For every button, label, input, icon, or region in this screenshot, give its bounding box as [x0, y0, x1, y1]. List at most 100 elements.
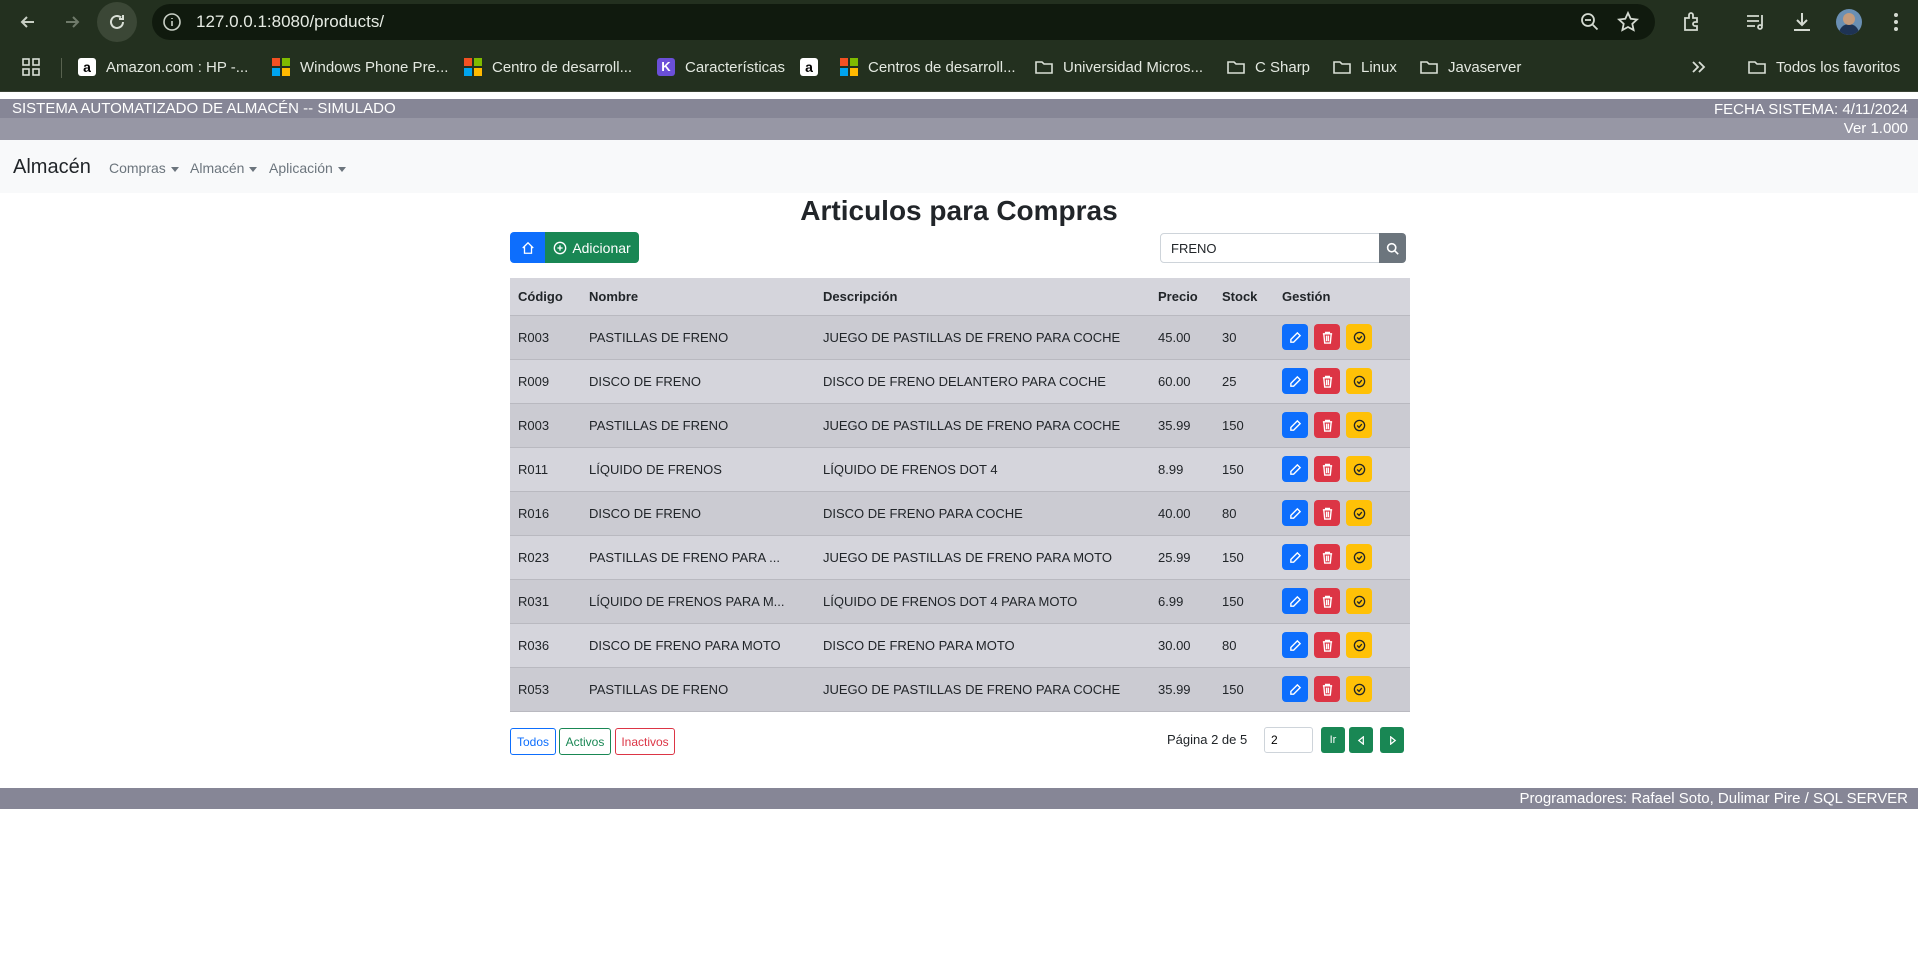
menu-label: Aplicación: [269, 160, 333, 176]
cell-actions: [1274, 535, 1410, 580]
edit-button[interactable]: [1282, 676, 1308, 702]
edit-button[interactable]: [1282, 456, 1308, 482]
menu-aplicacion[interactable]: Aplicación: [269, 160, 346, 176]
forward-icon[interactable]: [56, 6, 88, 38]
edit-button[interactable]: [1282, 632, 1308, 658]
bookmark-folder-csharp[interactable]: C Sharp: [1227, 56, 1310, 78]
toggle-status-button[interactable]: [1346, 412, 1372, 438]
bookmark-folder-universidad[interactable]: Universidad Micros...: [1035, 56, 1203, 78]
delete-button[interactable]: [1314, 368, 1340, 394]
plus-circle-icon: [553, 241, 567, 254]
add-button[interactable]: Adicionar: [545, 232, 639, 263]
column-header-stock: Stock: [1214, 278, 1274, 316]
edit-button[interactable]: [1282, 368, 1308, 394]
column-header-descripcion: Descripción: [815, 278, 1150, 316]
cell-name: PASTILLAS DE FRENO: [581, 403, 815, 448]
bookmark-centro-desarrollo[interactable]: Centro de desarroll...: [464, 56, 632, 78]
toggle-status-button[interactable]: [1346, 500, 1372, 526]
delete-button[interactable]: [1314, 324, 1340, 350]
cell-actions: [1274, 623, 1410, 668]
bookmark-folder-javaserver[interactable]: Javaserver: [1420, 56, 1521, 78]
home-icon: [521, 241, 534, 254]
url-text[interactable]: 127.0.0.1:8080/products/: [196, 12, 384, 32]
extensions-icon[interactable]: [1680, 10, 1704, 34]
back-icon[interactable]: [12, 6, 44, 38]
menu-almacen[interactable]: Almacén: [190, 160, 258, 176]
table-header-row: Código Nombre Descripción Precio Stock G…: [510, 278, 1410, 316]
cell-stock: 30: [1214, 315, 1274, 360]
edit-button[interactable]: [1282, 544, 1308, 570]
bookmark-label: Linux: [1361, 58, 1397, 76]
go-page-button[interactable]: Ir: [1321, 727, 1345, 753]
system-version: Ver 1.000: [1843, 120, 1908, 137]
toggle-status-button[interactable]: [1346, 676, 1372, 702]
toggle-status-button[interactable]: [1346, 632, 1372, 658]
bookmark-folder-linux[interactable]: Linux: [1333, 56, 1397, 78]
media-control-icon[interactable]: [1744, 10, 1768, 34]
toggle-status-button[interactable]: [1346, 368, 1372, 394]
folder-icon: [1333, 61, 1351, 74]
bookmark-centros-desarrollo[interactable]: Centros de desarroll...: [840, 56, 1016, 78]
browser-toolbar: 127.0.0.1:8080/products/: [0, 0, 1918, 44]
bookmark-amazon[interactable]: a: [800, 56, 828, 78]
filter-inactive-button[interactable]: Inactivos: [615, 728, 675, 755]
amazon-icon: a: [800, 58, 818, 76]
bookmark-star-icon[interactable]: [1616, 10, 1640, 33]
home-button[interactable]: [510, 232, 545, 263]
next-page-button[interactable]: [1380, 727, 1404, 753]
navbar-brand[interactable]: Almacén: [13, 156, 91, 179]
zoom-icon[interactable]: [1580, 12, 1600, 32]
k-icon: K: [657, 58, 675, 76]
search-button[interactable]: [1379, 233, 1406, 263]
bookmark-caracteristicas[interactable]: K Características: [657, 56, 785, 78]
edit-button[interactable]: [1282, 500, 1308, 526]
toggle-status-button[interactable]: [1346, 544, 1372, 570]
products-table: Código Nombre Descripción Precio Stock G…: [510, 278, 1410, 712]
download-icon[interactable]: [1790, 10, 1814, 34]
bookmark-label: Amazon.com : HP -...: [106, 58, 249, 76]
edit-button[interactable]: [1282, 588, 1308, 614]
delete-button[interactable]: [1314, 500, 1340, 526]
toggle-status-button[interactable]: [1346, 324, 1372, 350]
search-input[interactable]: [1160, 233, 1380, 263]
cell-name: LÍQUIDO DE FRENOS PARA M...: [581, 579, 815, 624]
cell-actions: [1274, 403, 1410, 448]
cell-code: R003: [510, 315, 581, 360]
delete-button[interactable]: [1314, 456, 1340, 482]
all-bookmarks-label: Todos los favoritos: [1776, 58, 1901, 76]
trash-icon: [1322, 507, 1332, 520]
footer-credits: Programadores: Rafael Soto, Dulimar Pire…: [1519, 790, 1909, 807]
check-circle-icon: [1353, 551, 1365, 563]
delete-button[interactable]: [1314, 632, 1340, 658]
check-circle-icon: [1353, 683, 1365, 695]
cell-stock: 150: [1214, 447, 1274, 492]
more-bookmarks-icon[interactable]: [1690, 56, 1706, 78]
filter-active-button[interactable]: Activos: [559, 728, 611, 755]
table-row: R003 PASTILLAS DE FRENO JUEGO DE PASTILLAS…: [510, 403, 1410, 448]
toggle-status-button[interactable]: [1346, 456, 1372, 482]
delete-button[interactable]: [1314, 676, 1340, 702]
address-bar[interactable]: 127.0.0.1:8080/products/: [152, 4, 1655, 40]
reload-icon[interactable]: [97, 2, 137, 42]
bookmark-amazon-hp[interactable]: a Amazon.com : HP -...: [78, 56, 248, 78]
delete-button[interactable]: [1314, 412, 1340, 438]
site-info-icon[interactable]: [162, 12, 182, 32]
column-header-nombre: Nombre: [581, 278, 815, 316]
edit-button[interactable]: [1282, 324, 1308, 350]
edit-button[interactable]: [1282, 412, 1308, 438]
toggle-status-button[interactable]: [1346, 588, 1372, 614]
cell-code: R036: [510, 623, 581, 668]
menu-dots-icon[interactable]: [1884, 10, 1908, 34]
page-number-input[interactable]: [1264, 727, 1313, 753]
filter-all-button[interactable]: Todos: [510, 728, 556, 755]
cell-description: JUEGO DE PASTILLAS DE FRENO PARA COCHE: [815, 667, 1150, 712]
apps-grid-icon[interactable]: [22, 56, 40, 78]
bookmark-windows-phone[interactable]: Windows Phone Pre...: [272, 56, 448, 78]
cell-name: PASTILLAS DE FRENO: [581, 315, 815, 360]
menu-compras[interactable]: Compras: [109, 160, 179, 176]
prev-page-button[interactable]: [1349, 727, 1373, 753]
delete-button[interactable]: [1314, 588, 1340, 614]
all-bookmarks-folder[interactable]: Todos los favoritos: [1748, 56, 1900, 78]
delete-button[interactable]: [1314, 544, 1340, 570]
profile-avatar[interactable]: [1836, 9, 1862, 35]
